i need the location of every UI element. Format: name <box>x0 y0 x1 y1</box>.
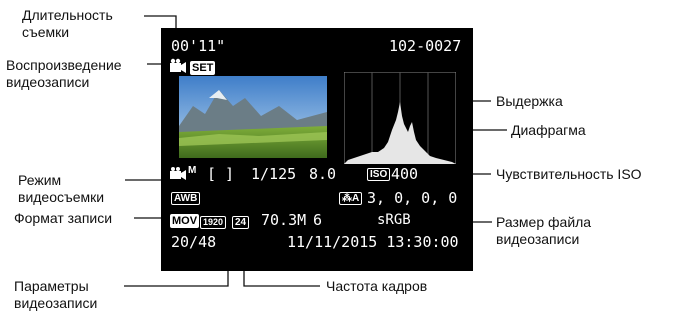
iso-badge: ISO <box>367 168 391 181</box>
spot-metering-bracket-icon: [ ] <box>207 165 235 183</box>
file-size-value: 70.3M <box>261 211 307 229</box>
label-file-size: Размер файла видеозаписи <box>496 214 592 247</box>
date-time: 11/11/2015 13:30:00 <box>287 233 459 251</box>
label-rec-params: Параметры видеозаписи <box>14 278 98 311</box>
label-frame-rate: Частота кадров <box>326 278 428 294</box>
compression-value: 6 <box>313 211 323 229</box>
label-duration: Длительность съемки <box>22 7 113 40</box>
frame-rate-badge: 24 <box>232 216 250 229</box>
set-badge: SET <box>190 61 216 75</box>
movie-camera-manual-icon: M <box>170 165 196 180</box>
picture-style-auto-icon: ⁂A <box>339 192 363 205</box>
white-balance-badge: AWB <box>171 192 201 205</box>
color-space-value: sRGB <box>377 212 411 228</box>
file-counter: 20/48 <box>171 233 217 251</box>
shooting-duration: 00'11" <box>171 37 226 55</box>
recording-format-badge: MOV <box>170 214 200 228</box>
picture-style-values: 3, 0, 0, 0 <box>367 189 458 207</box>
picture-style-letter: A <box>352 193 360 204</box>
svg-text:M: M <box>188 165 196 176</box>
histogram <box>344 72 456 164</box>
aperture-value: 8.0 <box>309 165 337 183</box>
movie-thumbnail <box>179 76 327 158</box>
label-shutter: Выдержка <box>496 93 563 109</box>
label-movie-mode: Режим видеосъемки <box>18 172 105 205</box>
label-rec-format: Формат записи <box>14 210 113 226</box>
movie-playback-icon <box>170 58 186 73</box>
movie-size-badge: 1920 <box>200 216 227 229</box>
shutter-speed-value: 1/125 <box>251 165 297 183</box>
folder-file-number: 102-0027 <box>389 37 462 55</box>
camera-lcd-screen: 00'11" 102-0027 SET M [] 1/125 8.0 ISO … <box>161 28 473 271</box>
iso-value: 400 <box>391 165 419 183</box>
label-playback: Воспроизведение видеозаписи <box>6 57 122 90</box>
label-iso: Чувствительность ISO <box>496 166 642 182</box>
label-aperture: Диафрагма <box>511 122 586 138</box>
